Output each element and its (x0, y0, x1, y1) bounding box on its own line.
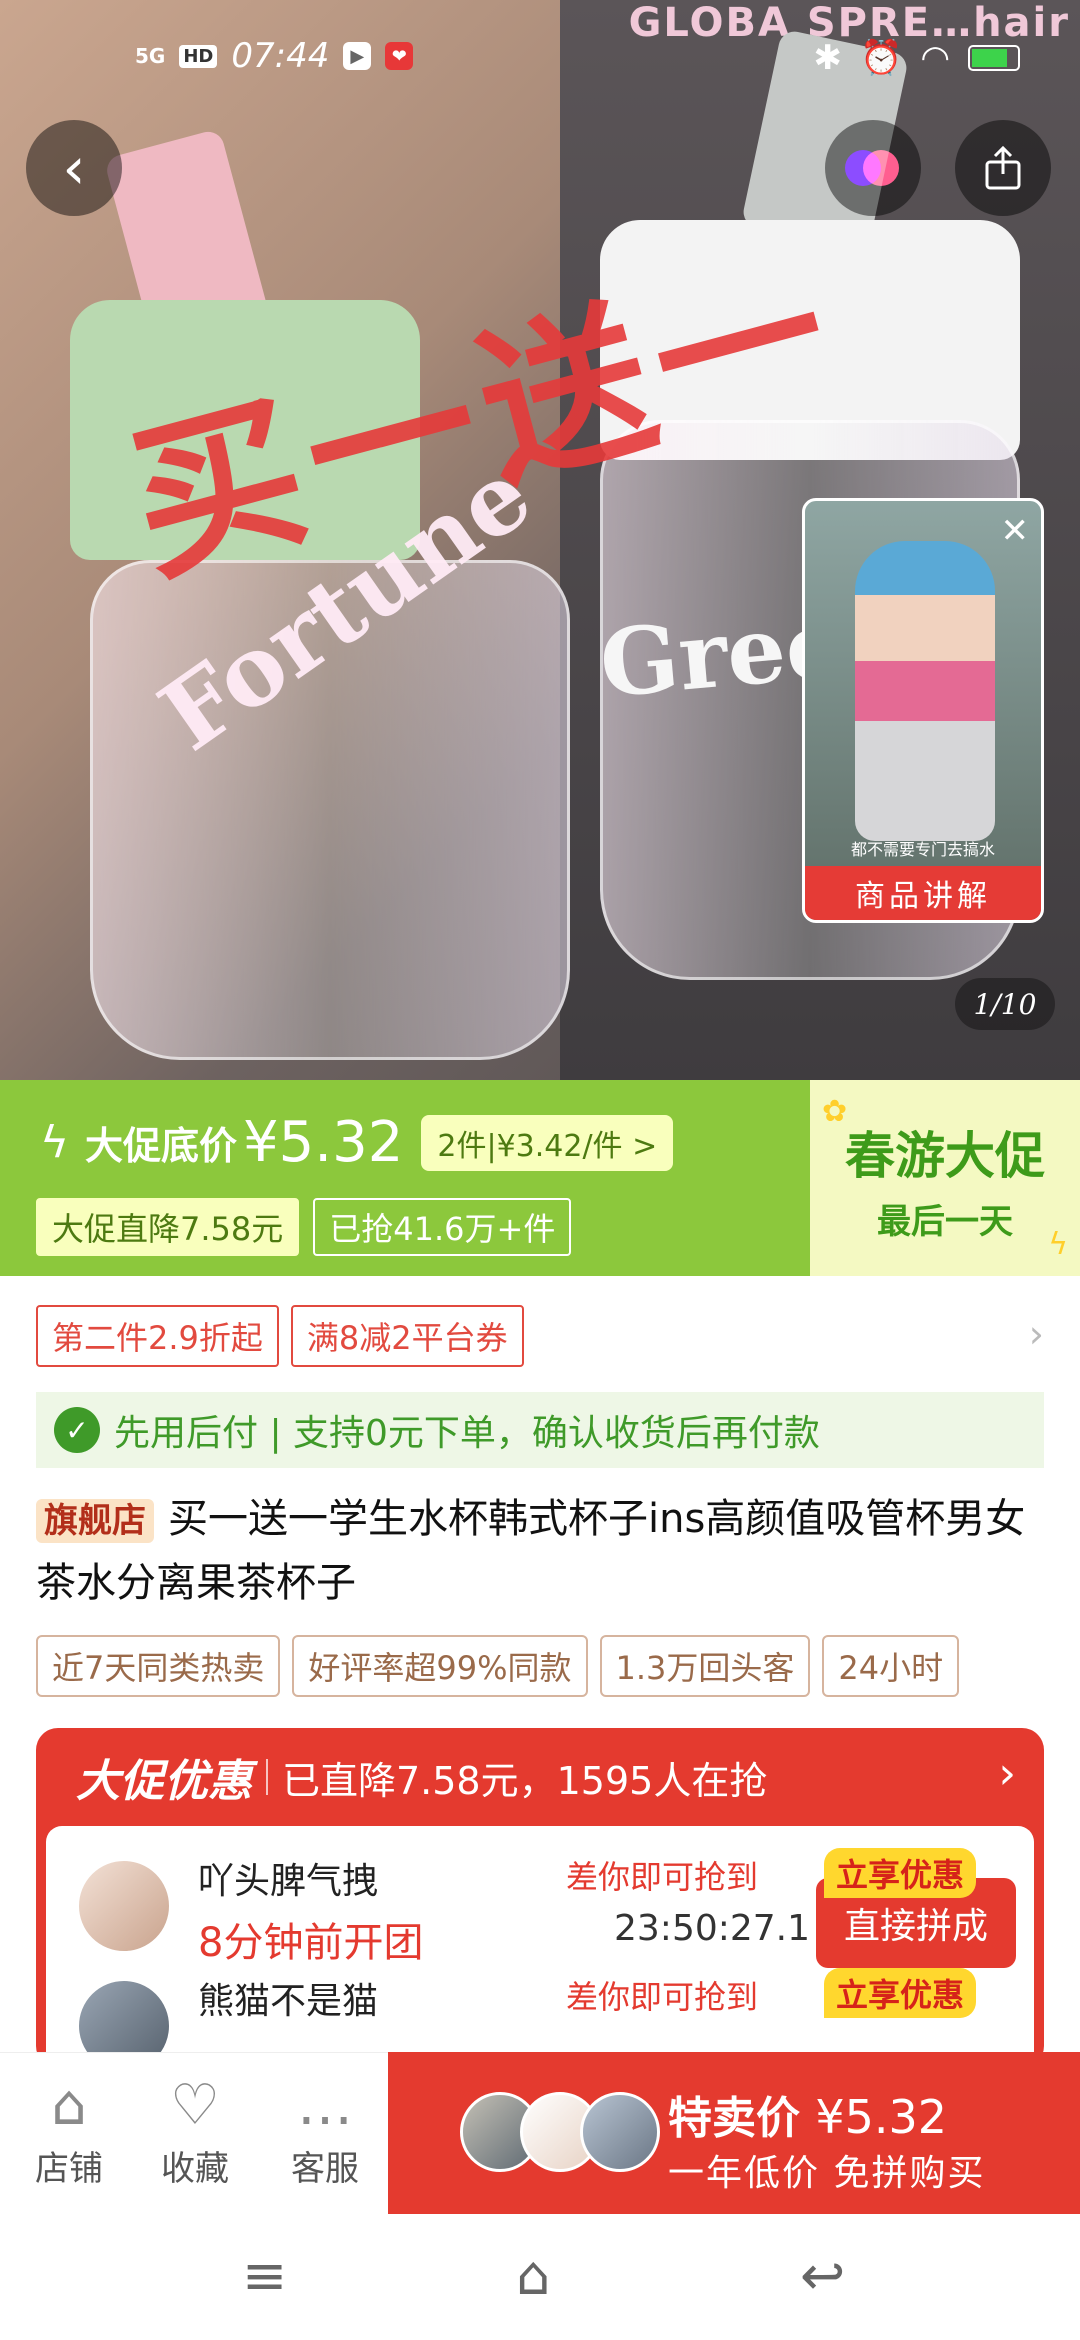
coupon-row[interactable]: 第二件2.9折起 满8减2平台券 (36, 1305, 524, 1367)
spring-sale-subtitle: 最后一天 (877, 1202, 1013, 1242)
back-icon[interactable]: ↩ (800, 2244, 845, 2307)
group-need-text: 差你即可抢到 (566, 1978, 759, 2016)
close-icon[interactable]: ✕ (1001, 511, 1030, 551)
clock: 07:44 (231, 36, 330, 76)
group-list: 吖头脾气拽 8分钟前开团 差你即可抢到 23:50:27.1 直接拼成 立享优惠… (46, 1826, 1034, 2068)
deal-text: 已直降7.58元，1595人在抢 (282, 1758, 768, 1803)
live-button[interactable] (825, 120, 921, 216)
app-notification-icon: ❤ (385, 42, 414, 70)
spring-sale-badge: ✿ 春游大促 最后一天 ϟ (810, 1080, 1080, 1276)
low-price-label: 大促底价 (85, 1124, 238, 1168)
buyer-avatars (460, 2092, 660, 2172)
group-countdown: 23:50:27.1 (614, 1908, 811, 1949)
pay-later-icon: ✓ (54, 1407, 100, 1453)
group-leader-name: 熊猫不是猫 (198, 1981, 379, 2022)
product-title: 旗舰店 买一送一学生水杯韩式杯子ins高颜值吸管杯男女茶水分离果茶杯子 (36, 1488, 1046, 1614)
highlight-tag: 1.3万回头客 (599, 1635, 811, 1697)
low-price-value: ¥5.32 (243, 1110, 404, 1175)
customer-service-button[interactable]: … 客服 (280, 2071, 370, 2190)
menu-icon[interactable]: ≡ (242, 2244, 287, 2307)
buy-button[interactable]: 特卖价 ¥5.32 一年低价 免拼购买 (388, 2052, 1080, 2214)
avatar (580, 2092, 660, 2172)
back-button[interactable]: ‹ (26, 120, 122, 216)
video-caption: 商品讲解 (805, 866, 1041, 920)
buy-subtitle: 一年低价 免拼购买 (668, 2153, 986, 2194)
image-page-indicator: 1/10 (955, 978, 1055, 1030)
highlight-tag: 24小时 (822, 1635, 960, 1697)
coupon-tag[interactable]: 第二件2.9折起 (36, 1305, 279, 1367)
spring-sale-title: 春游大促 (845, 1127, 1045, 1185)
shop-button[interactable]: ⌂ 店铺 (24, 2071, 114, 2190)
signal-indicator: 5G (135, 44, 166, 68)
product-title-text: 买一送一学生水杯韩式杯子ins高颜值吸管杯男女茶水分离果茶杯子 (36, 1496, 1026, 1606)
battery-icon (968, 45, 1020, 71)
group-row[interactable]: 熊猫不是猫 差你即可抢到 立享优惠 (46, 1946, 1034, 2068)
hd-badge: HD (179, 44, 218, 68)
buy-title: 特卖价 (668, 2093, 800, 2144)
share-icon (985, 145, 1021, 190)
share-button[interactable] (955, 120, 1051, 216)
flower-icon: ✿ (822, 1094, 848, 1129)
pay-later-banner[interactable]: ✓ 先用后付 | 支持0元下单，确认收货后再付款 (36, 1392, 1044, 1468)
coupon-tag[interactable]: 满8减2平台券 (290, 1305, 524, 1367)
buy-price-line: 特卖价 ¥5.32 (668, 2082, 947, 2146)
pay-later-text: 先用后付 | 支持0元下单，确认收货后再付款 (114, 1413, 820, 1454)
customer-service-label: 客服 (291, 2149, 359, 2189)
flagship-store-badge: 旗舰店 (36, 1499, 154, 1543)
product-image-carousel[interactable]: GLOBA SPRE…hair Fortune Gree 买一送一 5G HD … (0, 0, 1080, 1080)
status-bar: 5G HD 07:44 ▶ ❤ ✱ ⏰ ◠ (0, 0, 1080, 110)
group-deal-panel[interactable]: 大促优惠 已直降7.58元，1595人在抢 › 吖头脾气拽 8分钟前开团 差你即… (36, 1728, 1044, 2068)
multi-buy-pill[interactable]: 2件|¥3.42/件 > (421, 1114, 674, 1171)
divider (266, 1759, 268, 1795)
price-drop-tag: 大促直降7.58元 (36, 1198, 300, 1256)
alarm-icon: ⏰ (859, 38, 903, 78)
heart-icon: ♡ (169, 2073, 221, 2138)
sold-count-tag: 已抢41.6万+件 (313, 1198, 572, 1256)
group-need-text: 差你即可抢到 (566, 1858, 759, 1896)
group-row[interactable]: 吖头脾气拽 8分钟前开团 差你即可抢到 23:50:27.1 直接拼成 立享优惠 (46, 1826, 1034, 1968)
avatar (76, 1858, 172, 1954)
promo-band[interactable]: ϟ 大促底价 ¥5.32 2件|¥3.42/件 > 大促直降7.58元 已抢41… (0, 1080, 1080, 1276)
system-nav-bar: ≡ ⌂ ↩ (0, 2214, 1080, 2340)
media-icon: ▶ (343, 42, 372, 70)
lightning-icon: ϟ (1048, 1227, 1068, 1262)
buy-price: ¥5.32 (815, 2090, 948, 2144)
store-icon: ⌂ (51, 2073, 87, 2138)
live-logo-icon (845, 146, 901, 190)
chevron-right-icon[interactable]: › (1029, 1312, 1044, 1356)
home-icon[interactable]: ⌂ (516, 2244, 550, 2307)
group-leader-name: 吖头脾气拽 (198, 1861, 379, 1902)
chat-icon: … (297, 2073, 353, 2138)
shop-label: 店铺 (35, 2149, 103, 2189)
lightning-icon: ϟ (40, 1117, 70, 1168)
highlight-tag: 近7天同类热卖 (36, 1635, 281, 1697)
highlight-tag: 好评率超99%同款 (292, 1635, 588, 1697)
explainer-video-thumbnail[interactable]: ✕ 都不需要专门去搞水 商品讲解 (802, 498, 1044, 923)
bluetooth-icon: ✱ (813, 38, 842, 78)
favorite-button[interactable]: ♡ 收藏 (150, 2071, 240, 2190)
favorite-label: 收藏 (161, 2149, 229, 2189)
enjoy-discount-badge: 立享优惠 (824, 1848, 977, 1898)
chevron-right-icon[interactable]: › (998, 1748, 1016, 1799)
presenter-figure (855, 541, 995, 841)
enjoy-discount-badge: 立享优惠 (824, 1968, 977, 2018)
video-subtitle: 都不需要专门去搞水 (850, 840, 995, 859)
highlight-tags: 近7天同类热卖 好评率超99%同款 1.3万回头客 24小时 (36, 1635, 960, 1697)
deal-label: 大促优惠 (76, 1756, 252, 1807)
wifi-icon: ◠ (920, 38, 950, 78)
